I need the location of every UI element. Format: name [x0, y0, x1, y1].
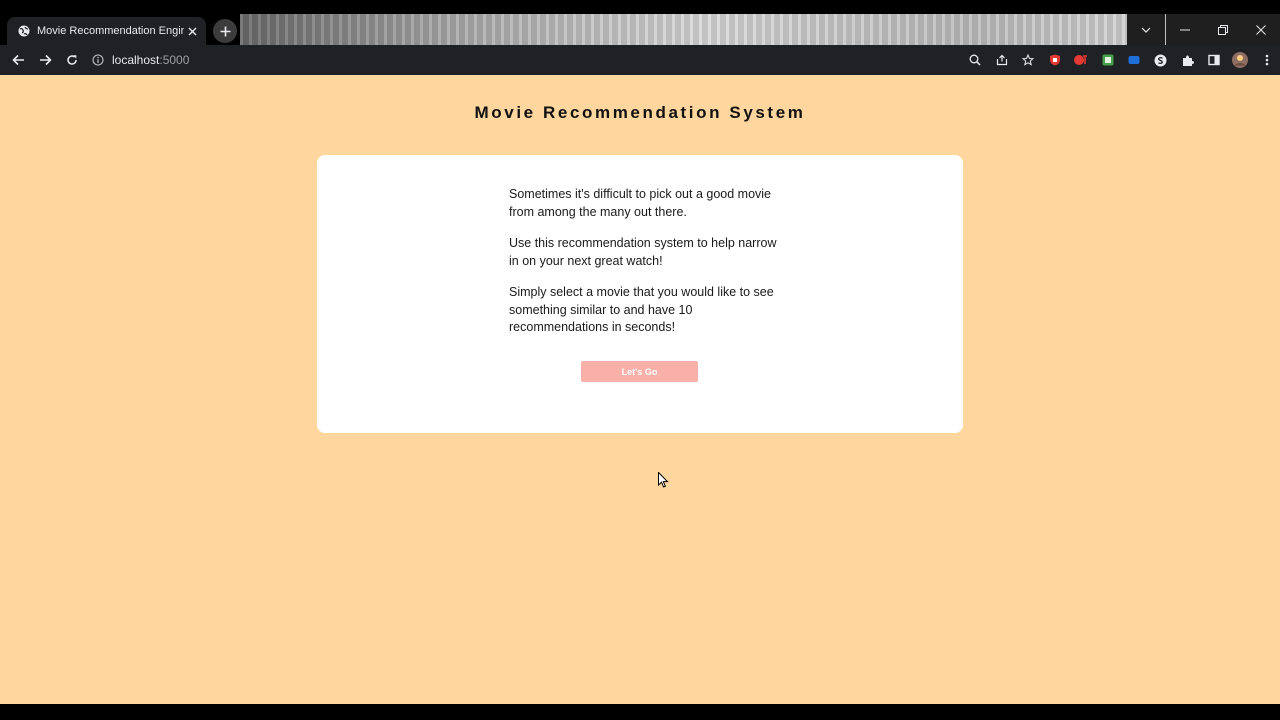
reload-icon: [67, 55, 77, 65]
url-port: :5000: [159, 53, 190, 67]
address-bar[interactable]: localhost:5000: [92, 47, 972, 73]
browser-tabstrip: Movie Recommendation Engine: [0, 0, 1280, 45]
intro-paragraph-1: Sometimes it's difficult to pick out a g…: [509, 187, 771, 219]
info-icon[interactable]: [92, 54, 104, 66]
bookmark-button[interactable]: [1015, 47, 1042, 73]
profile-button[interactable]: [1227, 47, 1254, 73]
avatar: [1232, 52, 1249, 68]
mouse-cursor-icon: [658, 472, 669, 488]
restore-button[interactable]: [1204, 14, 1242, 45]
intro-paragraph-2: Use this recommendation system to help n…: [509, 236, 777, 268]
tabstrip-theme-image: [240, 14, 1280, 45]
extension-red-icon: [1074, 55, 1088, 65]
chevron-down-icon: [1141, 27, 1151, 33]
back-button[interactable]: [5, 47, 31, 73]
side-panel-button[interactable]: [1201, 47, 1228, 73]
url-text: localhost:5000: [112, 53, 189, 67]
extensions-menu-button[interactable]: [1174, 47, 1201, 73]
extension-s-icon: [1154, 54, 1167, 66]
plus-icon: [220, 26, 230, 36]
arrow-right-icon: [39, 54, 52, 66]
browser-menu-button[interactable]: [1254, 47, 1280, 73]
minimize-icon: [1180, 29, 1190, 30]
reload-button[interactable]: [59, 47, 85, 73]
magnifier-icon: [969, 54, 981, 66]
extension-blue-icon: [1128, 56, 1140, 64]
close-icon: [1256, 24, 1266, 35]
extension-green-icon: [1102, 54, 1114, 66]
side-panel-icon: [1208, 54, 1220, 66]
window-bottom-edge: [0, 704, 1280, 720]
share-button[interactable]: [989, 47, 1016, 73]
intro-paragraph-3: Simply select a movie that you would lik…: [509, 285, 774, 334]
browser-tab-active[interactable]: Movie Recommendation Engine: [7, 17, 206, 45]
extension-button-1[interactable]: [1042, 47, 1069, 73]
star-icon: [1022, 54, 1035, 66]
new-tab-button[interactable]: [213, 19, 237, 43]
puzzle-icon: [1182, 55, 1194, 66]
kebab-menu-icon: [1265, 54, 1269, 66]
share-icon: [996, 54, 1007, 66]
tab-title: Movie Recommendation Engine: [37, 25, 184, 37]
shield-icon: [1049, 54, 1060, 66]
page-viewport: Movie Recommendation System Sometimes it…: [0, 75, 1280, 704]
tab-search-button[interactable]: [1127, 14, 1165, 45]
browser-toolbar: localhost:5000: [0, 45, 1280, 75]
close-icon[interactable]: [184, 23, 200, 39]
arrow-left-icon: [11, 54, 24, 66]
url-host: localhost: [112, 53, 160, 67]
intro-text: Sometimes it's difficult to pick out a g…: [509, 186, 777, 351]
extension-button-2[interactable]: [1068, 47, 1095, 73]
toolbar-icons: [962, 45, 1280, 75]
forward-button[interactable]: [32, 47, 58, 73]
intro-card: Sometimes it's difficult to pick out a g…: [317, 155, 963, 433]
lets-go-button[interactable]: Let's Go: [581, 361, 698, 382]
extension-button-4[interactable]: [1121, 47, 1148, 73]
globe-icon: [18, 25, 30, 37]
minimize-button[interactable]: [1166, 14, 1204, 45]
extension-button-3[interactable]: [1095, 47, 1122, 73]
window-close-button[interactable]: [1242, 14, 1280, 45]
page-title: Movie Recommendation System: [474, 103, 806, 122]
zoom-button[interactable]: [962, 47, 989, 73]
restore-icon: [1218, 24, 1228, 35]
extension-button-5[interactable]: [1148, 47, 1175, 73]
